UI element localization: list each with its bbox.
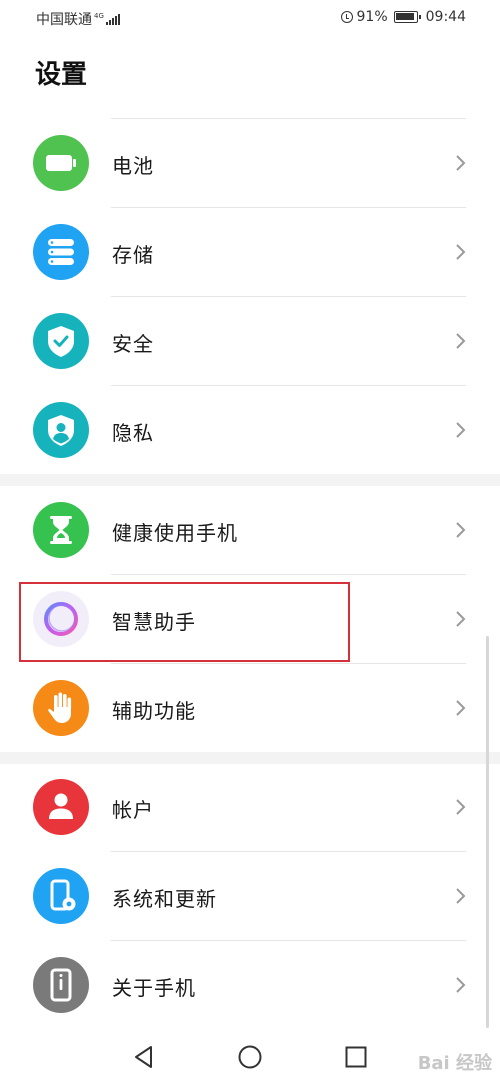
settings-item-storage[interactable]: 存储 <box>0 208 500 297</box>
settings-item-label: 关于手机 <box>112 976 196 1000</box>
recents-icon[interactable] <box>343 1044 369 1070</box>
section-divider <box>0 474 500 486</box>
chevron-right-icon <box>456 422 466 438</box>
chevron-right-icon <box>456 244 466 260</box>
alarm-icon <box>340 11 353 23</box>
battery-icon <box>33 135 89 191</box>
network-type: 4G <box>94 11 104 20</box>
settings-item-system-update[interactable]: 系统和更新 <box>0 852 500 941</box>
chevron-right-icon <box>456 799 466 815</box>
settings-item-account[interactable]: 帐户 <box>0 763 500 852</box>
settings-item-digital-balance[interactable]: 健康使用手机 <box>0 486 500 575</box>
about-phone-icon <box>33 957 89 1013</box>
settings-item-label: 存储 <box>112 243 154 267</box>
hourglass-icon <box>33 502 89 558</box>
battery-percent: 91% <box>356 9 388 25</box>
status-bar: 中国联通 4G 91% 09:44 <box>0 0 500 36</box>
settings-item-battery[interactable]: 电池 <box>0 119 500 208</box>
page-title: 设置 <box>35 60 88 90</box>
settings-item-accessibility[interactable]: 辅助功能 <box>0 664 500 753</box>
back-icon[interactable] <box>131 1044 157 1070</box>
scrollbar[interactable] <box>486 636 489 1028</box>
chevron-right-icon <box>456 700 466 716</box>
hand-icon <box>33 680 89 736</box>
settings-item-label: 电池 <box>112 154 154 178</box>
settings-item-about-phone[interactable]: 关于手机 <box>0 941 500 1030</box>
chevron-right-icon <box>456 888 466 904</box>
storage-icon <box>33 224 89 280</box>
signal-icon <box>105 13 120 25</box>
settings-item-privacy[interactable]: 隐私 <box>0 386 500 475</box>
watermark: Bai 经验 <box>417 1053 492 1074</box>
chevron-right-icon <box>456 611 466 627</box>
status-time: 09:44 <box>425 9 466 25</box>
chevron-right-icon <box>456 522 466 538</box>
settings-item-label: 帐户 <box>112 798 154 822</box>
shield-check-icon <box>33 313 89 369</box>
status-right: 91% 09:44 <box>340 9 466 25</box>
highlight-box <box>19 582 350 662</box>
settings-item-label: 辅助功能 <box>112 699 196 723</box>
settings-item-label: 系统和更新 <box>112 887 217 911</box>
home-icon[interactable] <box>237 1044 263 1070</box>
battery-status-icon <box>393 11 421 23</box>
chevron-right-icon <box>456 155 466 171</box>
privacy-icon <box>33 402 89 458</box>
chevron-right-icon <box>456 333 466 349</box>
settings-item-security[interactable]: 安全 <box>0 297 500 386</box>
carrier-name: 中国联通 <box>36 12 92 28</box>
settings-item-label: 安全 <box>112 332 154 356</box>
status-left: 中国联通 4G <box>36 9 120 29</box>
account-icon <box>33 779 89 835</box>
settings-item-label: 健康使用手机 <box>112 521 238 545</box>
chevron-right-icon <box>456 977 466 993</box>
system-update-icon <box>33 868 89 924</box>
navigation-bar: Bai 经验 <box>0 1030 500 1083</box>
settings-item-label: 隐私 <box>112 421 154 445</box>
